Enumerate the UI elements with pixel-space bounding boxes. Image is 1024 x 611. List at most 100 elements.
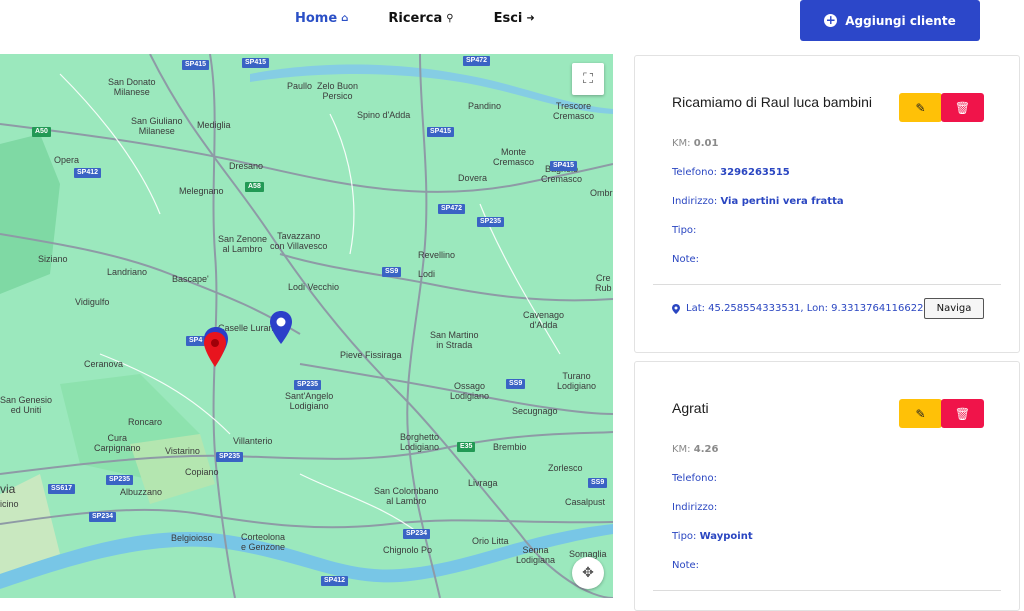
coordinates: Lat: 45.258554333531, Lon: 9.33137641166… bbox=[672, 303, 923, 314]
km-label: KM: bbox=[672, 138, 691, 149]
edit-button[interactable]: ✎ bbox=[899, 93, 942, 122]
notes-field: Note: bbox=[672, 560, 699, 571]
place-label: Casalpust bbox=[565, 497, 606, 507]
place-label: Copiano bbox=[185, 467, 219, 477]
road-badge: SP412 bbox=[321, 576, 349, 586]
map-marker-icon[interactable] bbox=[203, 331, 227, 369]
place-label: San Donato Milanese bbox=[108, 77, 156, 97]
address-value: Via pertini vera fratta bbox=[720, 196, 844, 207]
road-badge: SP415 bbox=[550, 161, 578, 171]
place-label: Zorlesco bbox=[548, 463, 583, 473]
add-client-button[interactable]: + Aggiungi cliente bbox=[800, 0, 980, 41]
phone-value: 3296263515 bbox=[720, 167, 790, 178]
client-name: Ricamiamo di Raul luca bambini bbox=[672, 94, 872, 110]
place-label: Lodi Vecchio bbox=[288, 282, 340, 292]
map[interactable]: San Donato Milanese Paullo Zelo Buon Per… bbox=[0, 54, 613, 598]
road-badge: SP415 bbox=[242, 58, 270, 68]
place-label: via bbox=[0, 482, 16, 496]
type-field: Tipo: Waypoint bbox=[672, 531, 753, 542]
place-label: San Colombano al Lambro bbox=[374, 486, 439, 506]
road-badge: E35 bbox=[457, 442, 476, 452]
road-badge: SP472 bbox=[438, 204, 466, 214]
nav-exit-link[interactable]: Esci ➜ bbox=[494, 11, 535, 26]
road-badge: SS9 bbox=[506, 379, 526, 389]
road-badge: SP234 bbox=[403, 529, 431, 539]
place-label: Senna Lodigiana bbox=[516, 545, 556, 565]
place-label: Corteolona e Genzone bbox=[241, 532, 286, 552]
place-label: Melegnano bbox=[179, 186, 224, 196]
place-label: Opera bbox=[54, 155, 80, 165]
place-label: Cre Rub bbox=[595, 273, 612, 293]
location-pin-icon bbox=[672, 303, 680, 314]
nav-search-label: Ricerca bbox=[388, 11, 443, 26]
place-label: Ceranova bbox=[84, 359, 124, 369]
km-value: 4.26 bbox=[693, 444, 719, 455]
edit-icon: ✎ bbox=[915, 100, 926, 115]
nav-home-link[interactable]: Home ⌂ bbox=[295, 11, 348, 26]
place-label: Dresano bbox=[229, 161, 264, 171]
place-label: icino bbox=[0, 499, 19, 509]
road-badge: SP235 bbox=[216, 452, 244, 462]
client-card: Ricamiamo di Raul luca bambini ✎ 🗑 KM: 0… bbox=[634, 55, 1020, 353]
place-label: Landriano bbox=[107, 267, 148, 277]
navbar: Home ⌂ Ricerca ⚲ Esci ➜ + Aggiungi clien… bbox=[0, 0, 1024, 50]
place-label: Revellino bbox=[418, 250, 456, 260]
notes-label: Note: bbox=[672, 254, 700, 265]
home-icon: ⌂ bbox=[341, 13, 349, 24]
address-field: Indirizzo: Via pertini vera fratta bbox=[672, 196, 844, 207]
place-label: Tavazzano con Villavesco bbox=[270, 231, 328, 251]
delete-button[interactable]: 🗑 bbox=[941, 399, 984, 428]
phone-label: Telefono: bbox=[672, 167, 717, 178]
road-badge: SS9 bbox=[382, 267, 402, 277]
type-field: Tipo: bbox=[672, 225, 696, 236]
place-label: Livraga bbox=[468, 478, 498, 488]
nav-links: Home ⌂ Ricerca ⚲ Esci ➜ bbox=[295, 11, 575, 26]
place-label: Borghetto Lodigiano bbox=[400, 432, 440, 452]
km-value: 0.01 bbox=[693, 138, 719, 149]
type-label: Tipo: bbox=[672, 531, 697, 542]
navigate-label: Naviga bbox=[936, 303, 972, 314]
map-marker-icon[interactable] bbox=[269, 310, 293, 346]
notes-label: Note: bbox=[672, 560, 700, 571]
client-name: Agrati bbox=[672, 400, 709, 416]
place-label: Zelo Buon Persico bbox=[317, 81, 359, 101]
place-label: Turano Lodigiano bbox=[557, 371, 597, 391]
type-value: Waypoint bbox=[699, 531, 753, 542]
navigate-button[interactable]: Naviga bbox=[924, 298, 984, 319]
edit-button[interactable]: ✎ bbox=[899, 399, 942, 428]
place-label: Ossago Lodigiano bbox=[450, 381, 490, 401]
road-badge: SP472 bbox=[463, 56, 491, 66]
place-label: San Giuliano Milanese bbox=[131, 116, 183, 136]
road-badge: SP235 bbox=[477, 217, 505, 227]
road-badge: SP412 bbox=[74, 168, 102, 178]
km-field: KM: 4.26 bbox=[672, 444, 718, 455]
road-badge: SP415 bbox=[427, 127, 455, 137]
place-label: Belgioioso bbox=[171, 533, 213, 543]
address-field: Indirizzo: bbox=[672, 502, 717, 513]
road-badge: SS617 bbox=[48, 484, 76, 494]
client-card: Agrati ✎ 🗑 KM: 4.26 Telefono: Indirizzo:… bbox=[634, 361, 1020, 611]
place-label: Cavenago d'Adda bbox=[523, 310, 565, 330]
fullscreen-icon[interactable]: ⛶ bbox=[572, 63, 604, 95]
place-label: Brembio bbox=[493, 442, 527, 452]
place-label: Chignolo Po bbox=[383, 545, 433, 555]
place-label: Vidigulfo bbox=[75, 297, 110, 307]
place-label: Albuzzano bbox=[120, 487, 163, 497]
place-label: Cura Carpignano bbox=[94, 433, 141, 453]
nav-home-label: Home bbox=[295, 11, 338, 26]
type-label: Tipo: bbox=[672, 225, 697, 236]
delete-button[interactable]: 🗑 bbox=[941, 93, 984, 122]
map-camera-control-icon[interactable]: ✥ bbox=[572, 557, 604, 589]
add-client-label: Aggiungi cliente bbox=[845, 13, 956, 28]
place-label: Pandino bbox=[468, 101, 502, 111]
place-label: Mediglia bbox=[197, 120, 231, 130]
address-label: Indirizzo: bbox=[672, 502, 718, 513]
road-badge: SP415 bbox=[182, 60, 210, 70]
place-label: Sant'Angelo Lodigiano bbox=[285, 391, 334, 411]
place-label: Lodi bbox=[418, 269, 436, 279]
road-badge: SS9 bbox=[588, 478, 608, 488]
place-label: Paullo bbox=[287, 81, 313, 91]
phone-field: Telefono: bbox=[672, 473, 717, 484]
place-label: San Martino in Strada bbox=[430, 330, 479, 350]
nav-search-link[interactable]: Ricerca ⚲ bbox=[388, 11, 453, 26]
